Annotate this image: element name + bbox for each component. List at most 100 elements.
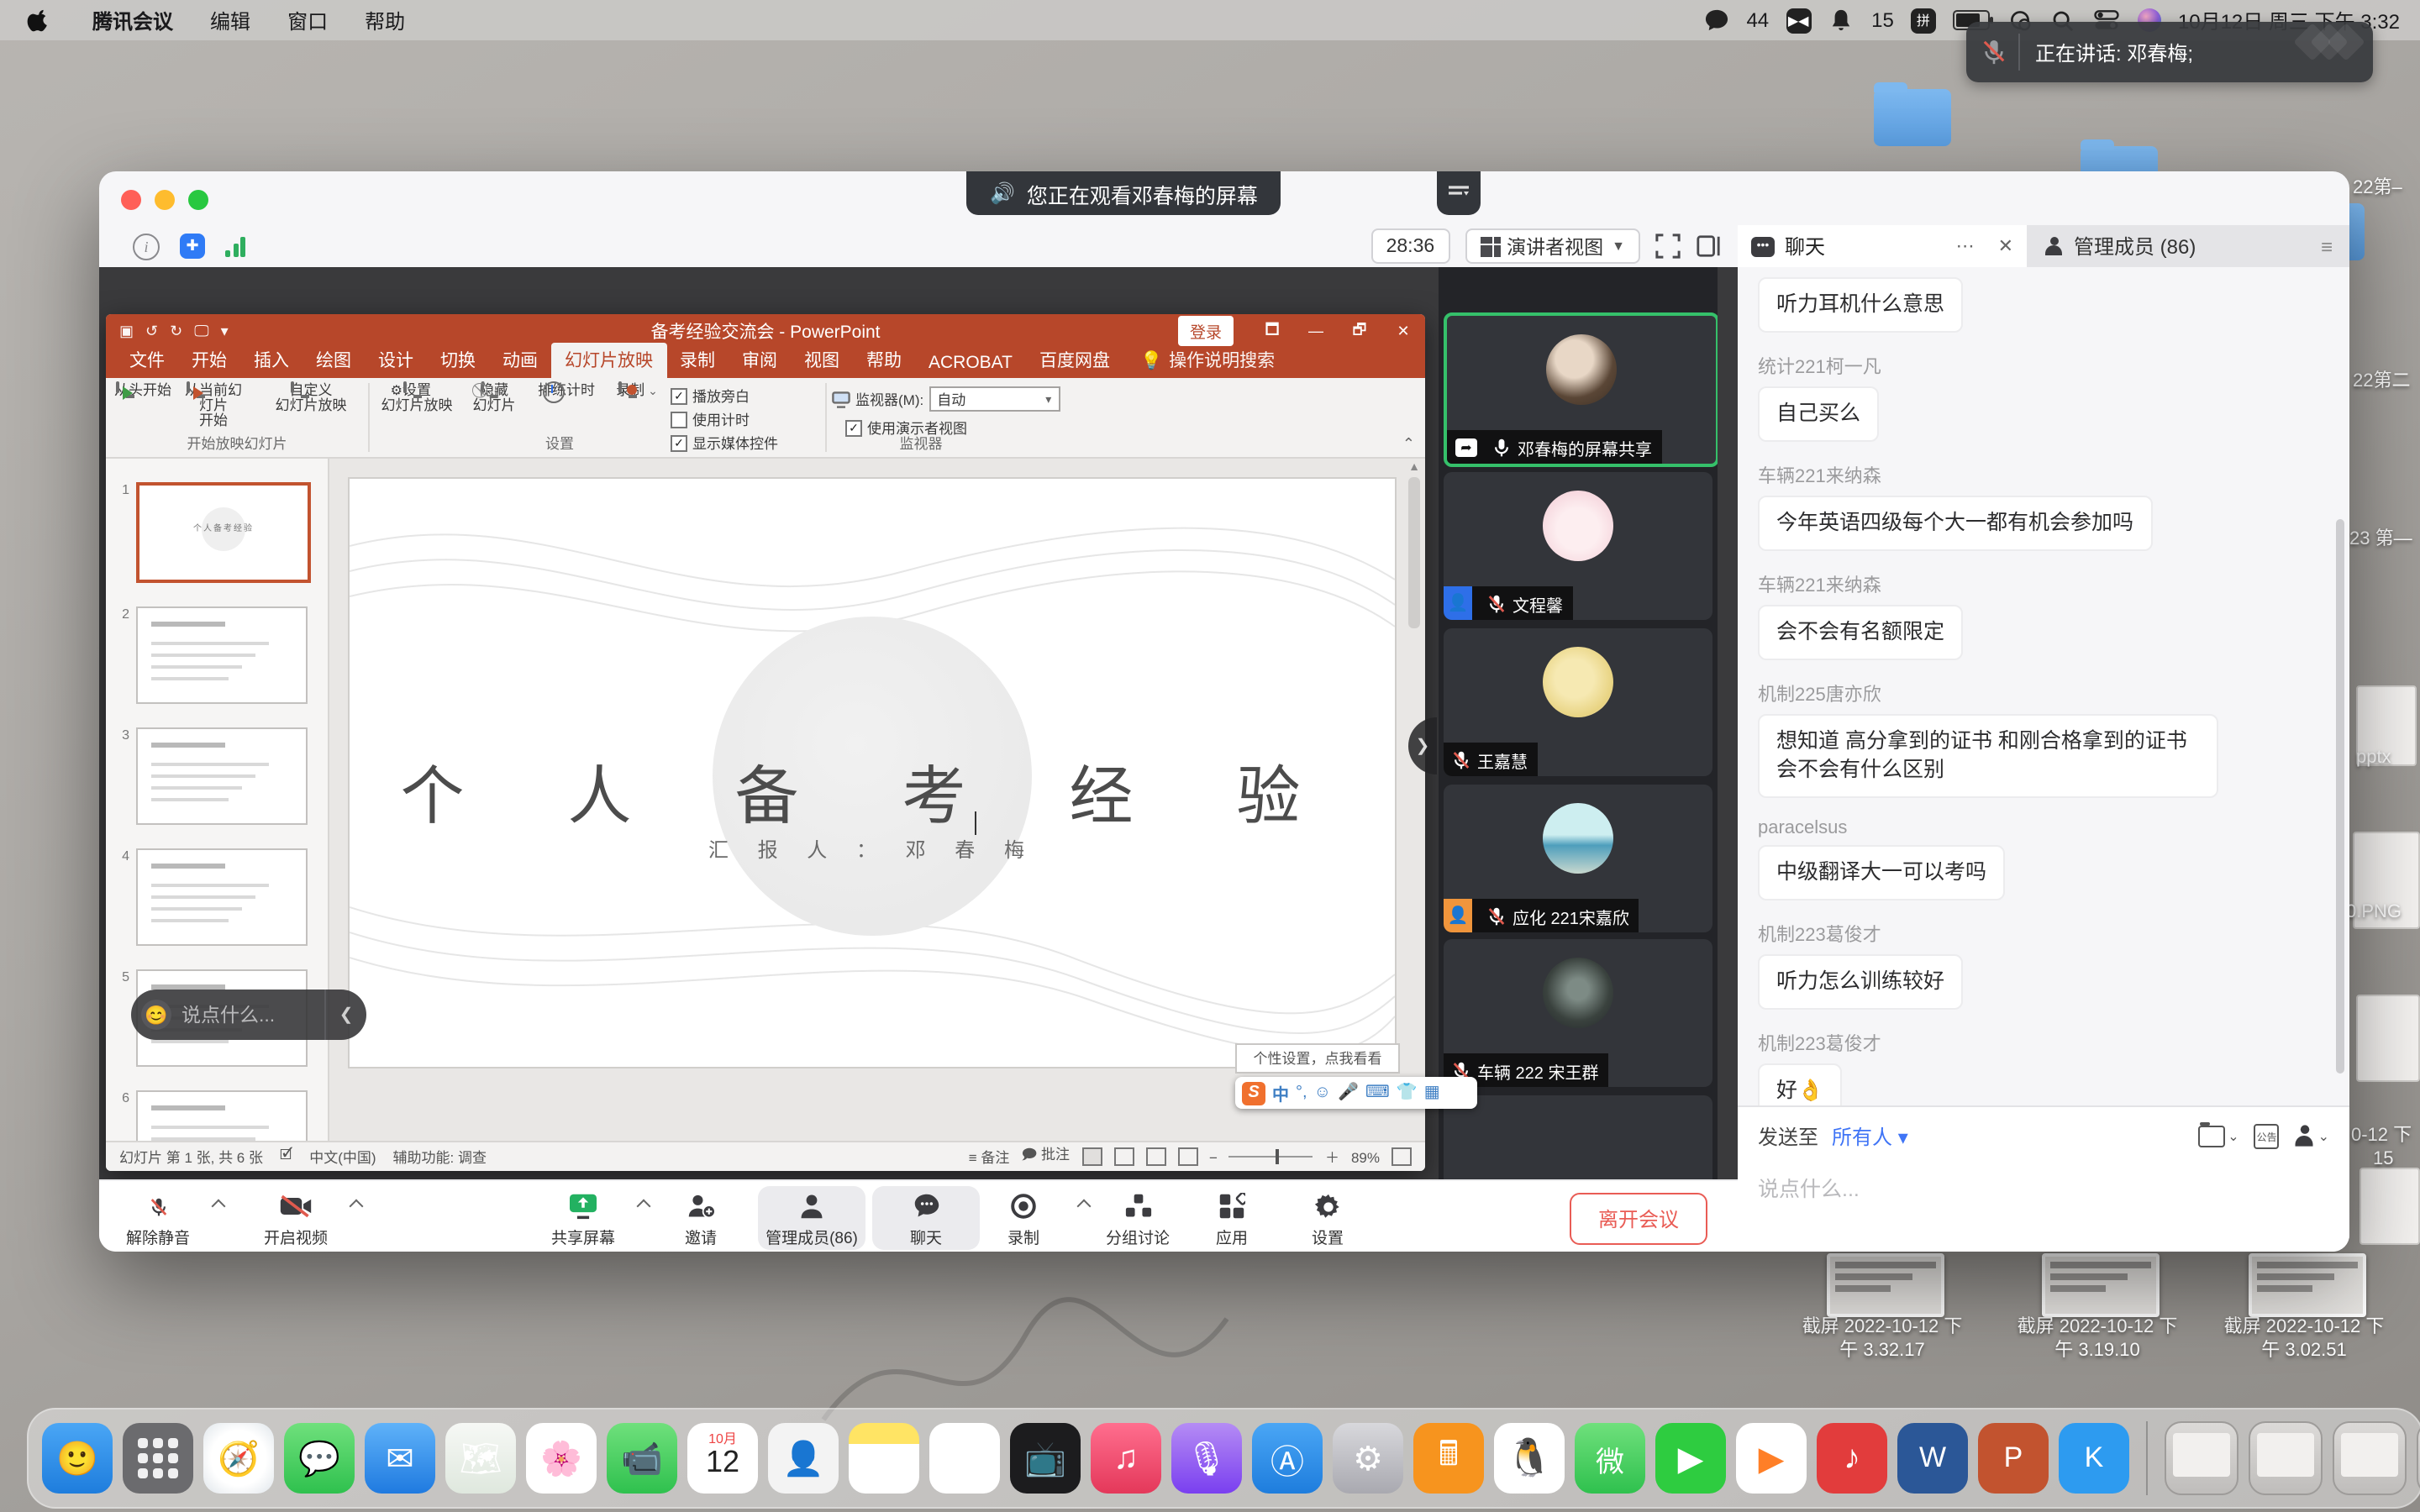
message-bubble[interactable]: 今年英语四级每个大一都有机会参加吗 — [1758, 496, 2152, 551]
ppt-tab-11[interactable]: 帮助 — [853, 343, 915, 378]
rehearse-timings-button[interactable]: 排练计时 — [533, 383, 600, 398]
bell-icon[interactable] — [1828, 7, 1854, 34]
network-quality-icon[interactable] — [225, 236, 245, 256]
dock-facetime-icon[interactable]: 📹 — [607, 1423, 677, 1494]
tell-me-search[interactable]: 💡操作说明搜索 — [1140, 348, 1275, 378]
input-method-icon[interactable]: 拼 — [1911, 8, 1936, 33]
dock-notes-icon[interactable]: ≡ — [849, 1423, 919, 1494]
monitor-select[interactable]: 自动▾ — [929, 386, 1060, 412]
screenshot-file-thumbnail[interactable] — [2042, 1253, 2160, 1317]
slide-thumbnail-1[interactable]: 1个人备考经验 — [116, 482, 314, 583]
custom-slideshow-button[interactable]: 自定义 幻灯片放映 — [267, 383, 355, 413]
message-bubble[interactable]: 想知道 高分拿到的证书 和刚合格拿到的证书 会不会有什么区别 — [1758, 714, 2218, 798]
menu-item-help[interactable]: 帮助 — [365, 6, 405, 34]
zoom-out-icon[interactable]: − — [1209, 1148, 1218, 1165]
menu-item-edit[interactable]: 编辑 — [210, 6, 250, 34]
collapse-chat-icon[interactable]: ❮ — [324, 990, 366, 1040]
leave-meeting-button[interactable]: 离开会议 — [1570, 1193, 1707, 1245]
zoom-window-button[interactable] — [188, 190, 208, 210]
spellcheck-icon[interactable]: 🗹 — [280, 1145, 292, 1168]
zoom-in-icon[interactable]: ＋ — [1325, 1147, 1339, 1167]
message-bubble[interactable]: 会不会有名额限定 — [1758, 605, 1963, 660]
zoom-percent[interactable]: 89% — [1351, 1148, 1380, 1165]
show-media-controls-checkbox[interactable]: ✓显示媒体控件 — [671, 433, 822, 454]
participant-tile[interactable]: ➦邓春梅的屏幕共享 — [1444, 312, 1718, 467]
ppt-tab-12[interactable]: ACROBAT — [915, 348, 1026, 378]
sogou-input-bar[interactable]: S 中 °, ☺ 🎤 ⌨ 👕 ▦ — [1235, 1077, 1477, 1109]
toolbar-members-button[interactable]: 管理成员(86) — [758, 1186, 865, 1250]
screenshot-file-label[interactable]: 截屏 2022-10-12 下午 3.32.17 — [1765, 1315, 2000, 1362]
message-bubble[interactable]: 听力怎么训练较好 — [1758, 954, 1963, 1010]
view-mode-dropdown[interactable]: 演讲者视图 ▼ — [1465, 228, 1640, 264]
dock-finder-icon[interactable]: 🙂 — [42, 1423, 113, 1494]
apple-logo-icon[interactable] — [27, 8, 50, 32]
slide-thumbnail-2[interactable]: 2 — [116, 606, 314, 704]
ime-emoji-icon[interactable]: ☺ — [1314, 1084, 1331, 1102]
record-slideshow-button[interactable]: 录制 ⌄ — [603, 383, 671, 400]
sogou-logo-icon[interactable]: S — [1242, 1081, 1265, 1105]
ppt-tab-6[interactable]: 动画 — [489, 343, 551, 378]
meeting-timer[interactable]: 28:36 — [1371, 228, 1450, 264]
ime-punct-icon[interactable]: °, — [1296, 1084, 1307, 1102]
wemeet-status-icon[interactable]: ▶◀ — [1786, 8, 1811, 33]
slide-scrollbar[interactable]: ▲ — [1407, 462, 1422, 1139]
collapse-ribbon-icon[interactable]: ⌃ — [1402, 435, 1415, 454]
sorter-view-icon[interactable] — [1113, 1147, 1134, 1166]
message-bubble[interactable]: 自己买么 — [1758, 386, 1879, 442]
dock-minimized-window[interactable] — [2417, 1421, 2420, 1495]
quick-chat-bubble[interactable]: 😊 说点什么... ❮ — [131, 990, 366, 1040]
participant-tile[interactable]: 车辆 222 宋王群 — [1444, 939, 1712, 1087]
slide-thumbnail-3[interactable]: 3 — [116, 727, 314, 825]
dock-reminders-icon[interactable]: ☰ — [929, 1423, 1000, 1494]
desktop-file-thumbnail[interactable] — [2356, 995, 2420, 1082]
menu-item-window[interactable]: 窗口 — [287, 6, 328, 34]
desktop-file-label[interactable]: 23 第— — [2349, 524, 2412, 551]
dock-music-icon[interactable]: ♫ — [1091, 1423, 1161, 1494]
dock-launchpad-icon[interactable] — [123, 1423, 193, 1494]
slideshow-view-icon[interactable] — [1177, 1147, 1197, 1166]
ppt-tab-9[interactable]: 审阅 — [729, 343, 791, 378]
ppt-tab-2[interactable]: 插入 — [240, 343, 302, 378]
desktop-file-label[interactable]: 0.PNG — [2346, 902, 2402, 922]
screenshot-file-thumbnail[interactable] — [2249, 1253, 2366, 1317]
participant-tile[interactable]: 王嘉慧 — [1444, 628, 1712, 776]
slide-canvas[interactable]: 个 人 备 考 经 验 汇 报 人 ： 邓 春 梅 — [350, 479, 1395, 1067]
close-window-button[interactable] — [121, 190, 141, 210]
desktop-file-label[interactable]: 22第– — [2353, 173, 2402, 200]
ppt-tab-10[interactable]: 视图 — [791, 343, 853, 378]
banner-menu-button[interactable] — [1437, 171, 1481, 215]
ppt-close-button[interactable]: ✕ — [1381, 314, 1425, 348]
toolbar-record-button[interactable]: 录制 — [970, 1186, 1077, 1250]
dock-wechat-icon[interactable]: 微 — [1575, 1423, 1645, 1494]
ime-skin-icon[interactable]: 👕 — [1397, 1084, 1418, 1102]
toolbar-mic-off-button[interactable]: 解除静音 — [104, 1186, 212, 1250]
use-timings-checkbox[interactable]: 使用计时 — [671, 410, 822, 430]
tab-members[interactable]: 管理成员 (86) ≡ — [2027, 225, 2349, 267]
ppt-maximize-button[interactable]: 🗗 — [1338, 314, 1381, 348]
quick-chat-placeholder[interactable]: 说点什么... — [182, 1001, 324, 1028]
ppt-tab-0[interactable]: 文件 — [116, 343, 178, 378]
announcement-icon[interactable]: 公告 — [2254, 1123, 2280, 1148]
ime-mode[interactable]: 中 — [1272, 1080, 1289, 1105]
toolbar-gear-button[interactable]: 设置 — [1274, 1186, 1381, 1250]
dock-powerpoint-icon[interactable]: P — [1978, 1423, 2049, 1494]
desktop-file-label[interactable]: 22第二 — [2353, 366, 2411, 393]
chat-input[interactable]: 说点什么... — [1738, 1158, 2349, 1216]
dock-calculator-icon[interactable]: 🖩 — [1413, 1423, 1484, 1494]
dock-minimized-window[interactable] — [2165, 1421, 2238, 1495]
normal-view-icon[interactable] — [1081, 1147, 1102, 1166]
message-bubble[interactable]: 听力耳机什么意思 — [1758, 277, 1963, 333]
ppt-tab-8[interactable]: 录制 — [666, 343, 729, 378]
dock-minimized-window[interactable] — [2249, 1421, 2323, 1495]
screenshot-file-label[interactable]: 截屏 2022-10-12 下午 3.19.10 — [1980, 1315, 2215, 1362]
participant-tile-partial[interactable] — [1444, 1095, 1712, 1179]
send-to-selector[interactable]: 所有人 ▾ — [1832, 1121, 1908, 1150]
dock-qq-icon[interactable]: 🐧 — [1494, 1423, 1565, 1494]
menu-app-name[interactable]: 腾讯会议 — [92, 6, 173, 34]
side-panel-toggle-icon[interactable] — [1696, 234, 1721, 259]
ppt-tab-4[interactable]: 设计 — [365, 343, 427, 378]
fit-slide-icon[interactable] — [1392, 1147, 1412, 1166]
toolbar-apps-button[interactable]: 应用 — [1178, 1186, 1286, 1250]
reading-view-icon[interactable] — [1145, 1147, 1165, 1166]
message-bubble[interactable]: 好👌 — [1758, 1063, 1842, 1105]
